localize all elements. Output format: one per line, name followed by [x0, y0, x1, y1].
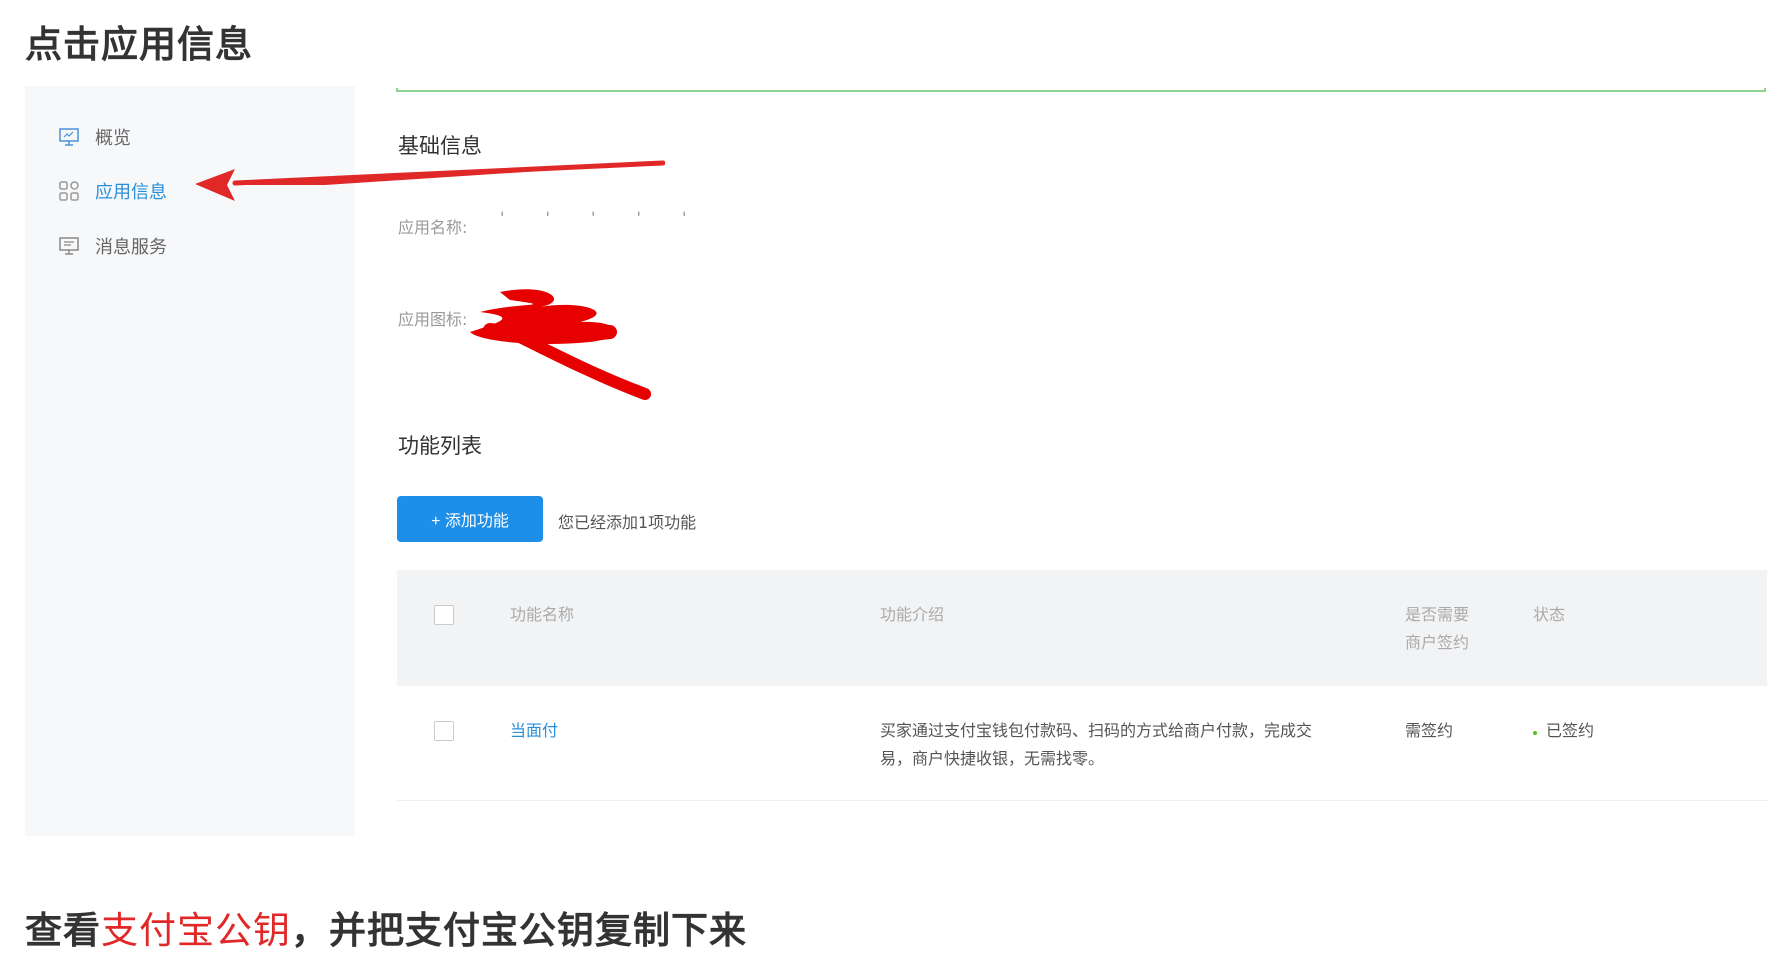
feature-description-line-2: 易，商户快捷收银，无需找零。 [880, 749, 1105, 768]
heading-part-2: ，并把支付宝公钥复制下来 [291, 909, 747, 952]
feature-list-title: 功能列表 [398, 434, 482, 458]
app-name-value: ' ' ' ' ' [500, 208, 705, 227]
app-icon-label: 应用图标: [398, 310, 468, 329]
sidebar-item-message-service[interactable]: 消息服务 [57, 231, 167, 261]
sidebar-item-label: 应用信息 [95, 182, 167, 203]
column-header-description: 功能介绍 [880, 605, 945, 624]
feature-name-link[interactable]: 当面付 [510, 717, 558, 745]
row-divider [397, 800, 1767, 801]
feature-description-line-1: 买家通过支付宝钱包付款码、扫码的方式给商户付款，完成交 [880, 721, 1313, 740]
heading-highlight: 支付宝公钥 [101, 909, 291, 952]
tutorial-screenshot: 点击应用信息 概览 应用信息 消息服务 基础信息 应用名称: ' ' ' ' '… [0, 0, 1778, 978]
app-name-label: 应用名称: [398, 218, 468, 237]
status-dot [1533, 731, 1537, 735]
grid-icon [59, 181, 79, 201]
tutorial-step-heading: 点击应用信息 [25, 23, 253, 66]
status-value: 已签约 [1546, 721, 1595, 740]
sidebar-item-label: 消息服务 [95, 237, 167, 258]
column-header-need-sign-2: 商户签约 [1405, 633, 1470, 652]
monitor-icon [59, 128, 79, 146]
sidebar-item-label: 概览 [95, 128, 131, 149]
basic-info-title: 基础信息 [398, 134, 482, 158]
annotation-arrow [195, 160, 665, 201]
select-all-checkbox[interactable] [434, 605, 454, 625]
alert-panel-border [396, 88, 1766, 92]
message-monitor-icon [59, 237, 79, 255]
heading-part-1: 查看 [25, 909, 101, 952]
row-checkbox[interactable] [434, 721, 454, 741]
add-feature-button[interactable]: + 添加功能 [397, 496, 543, 542]
column-header-need-sign-1: 是否需要 [1405, 605, 1470, 624]
column-header-status: 状态 [1533, 605, 1566, 624]
added-count-text: 您已经添加1项功能 [558, 513, 697, 532]
tutorial-next-step-heading: 查看支付宝公钥，并把支付宝公钥复制下来 [25, 900, 747, 954]
sidebar-item-app-info[interactable]: 应用信息 [57, 176, 167, 206]
column-header-name: 功能名称 [510, 605, 575, 624]
redaction-scribble [470, 289, 651, 400]
sidebar-item-overview[interactable]: 概览 [57, 122, 131, 152]
need-sign-value: 需签约 [1405, 721, 1454, 740]
